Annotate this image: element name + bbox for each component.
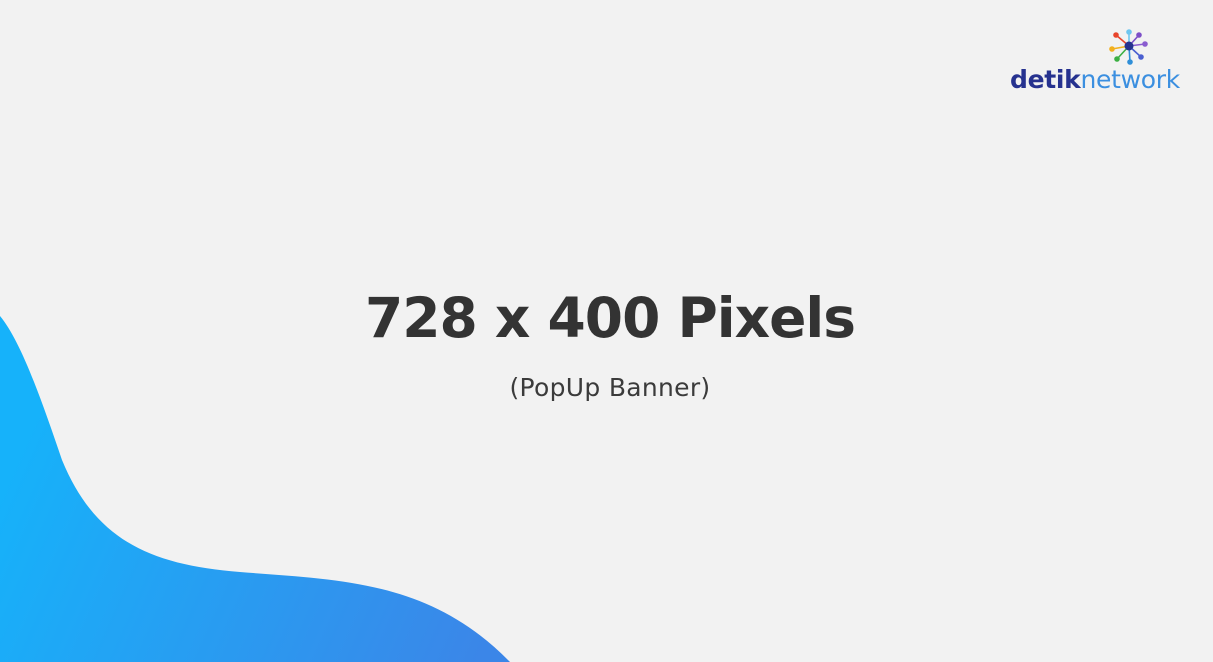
banner-type-subheadline: (PopUp Banner) bbox=[509, 373, 711, 402]
popup-banner-placeholder: detiknetwork 728 x 400 Pixels (PopUp Ban… bbox=[0, 0, 1213, 662]
logo-text-network: network bbox=[1080, 65, 1181, 94]
banner-size-headline: 728 x 400 Pixels bbox=[364, 286, 856, 350]
logo-wordmark: detiknetwork bbox=[1010, 64, 1190, 96]
detiknetwork-logo: detiknetwork bbox=[1004, 26, 1189, 100]
logo-text-detik: detik bbox=[1010, 65, 1081, 94]
